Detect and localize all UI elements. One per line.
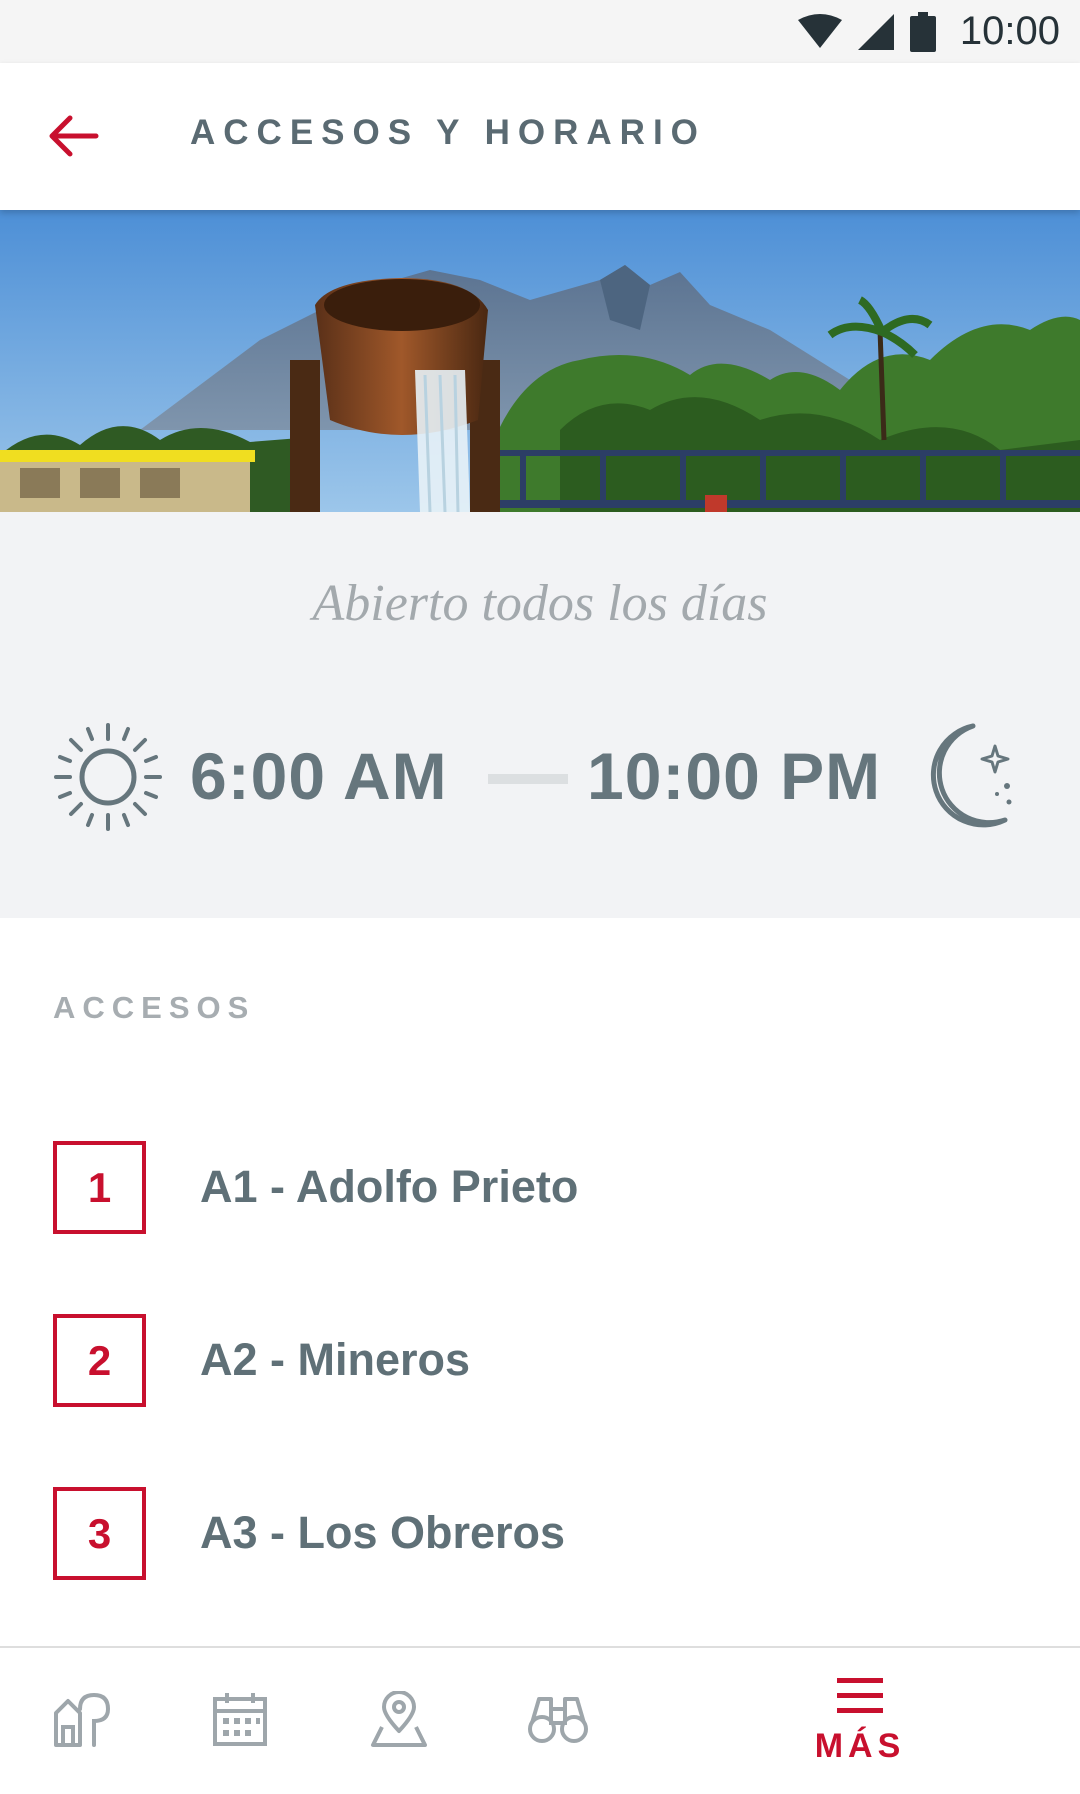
nav-label-more: MÁS — [814, 1727, 906, 1765]
status-time: 10:00 — [959, 9, 1060, 53]
access-item-2[interactable]: 2 A2 - Mineros — [0, 1294, 1080, 1414]
nav-item-location[interactable] — [359, 1648, 439, 1794]
back-button[interactable] — [28, 98, 118, 178]
open-time: 6:00 AM — [190, 739, 448, 813]
access-item-3[interactable]: 3 A3 - Los Obreros — [0, 1467, 1080, 1587]
location-pin-icon — [370, 1689, 428, 1752]
status-bar: 10:00 — [0, 0, 1080, 63]
sun-icon — [52, 721, 164, 838]
access-label: A1 - Adolfo Prieto — [200, 1161, 579, 1212]
time-separator — [488, 774, 568, 784]
access-label: A3 - Los Obreros — [200, 1507, 566, 1558]
access-label: A2 - Mineros — [200, 1334, 471, 1385]
battery-icon — [909, 11, 936, 52]
close-time: 10:00 PM — [587, 739, 882, 813]
hours-panel: Abierto todos los días 6:00 AM 10:00 PM — [0, 512, 1080, 918]
menu-icon — [837, 1676, 883, 1721]
open-days-label: Abierto todos los días — [312, 575, 768, 632]
wifi-icon — [797, 13, 842, 50]
arrow-left-icon — [46, 114, 100, 163]
bottom-nav: MÁS — [0, 1646, 1080, 1794]
calendar-icon — [212, 1691, 268, 1752]
app-bar: ACCESOS Y HORARIO — [0, 63, 1080, 210]
nav-item-calendar[interactable] — [200, 1648, 280, 1794]
signal-icon — [857, 13, 894, 50]
screen: 10:00 ACCESOS Y HORARIO Abierto todos lo… — [0, 0, 1080, 1794]
access-heading: ACCESOS — [53, 990, 256, 1025]
nav-item-explore[interactable] — [518, 1648, 598, 1794]
nav-item-more[interactable]: MÁS — [780, 1648, 940, 1794]
access-number-badge: 2 — [53, 1314, 146, 1407]
page-title: ACCESOS Y HORARIO — [190, 113, 706, 152]
moon-icon — [913, 720, 1023, 837]
park-fountain-mountain-photo — [0, 210, 1080, 512]
access-item-1[interactable]: 1 A1 - Adolfo Prieto — [0, 1121, 1080, 1241]
map-signpost-icon — [50, 1691, 111, 1752]
access-number-badge: 3 — [53, 1487, 146, 1580]
access-number-badge: 1 — [53, 1141, 146, 1234]
binoculars-icon — [527, 1691, 589, 1752]
nav-item-map[interactable] — [40, 1648, 120, 1794]
